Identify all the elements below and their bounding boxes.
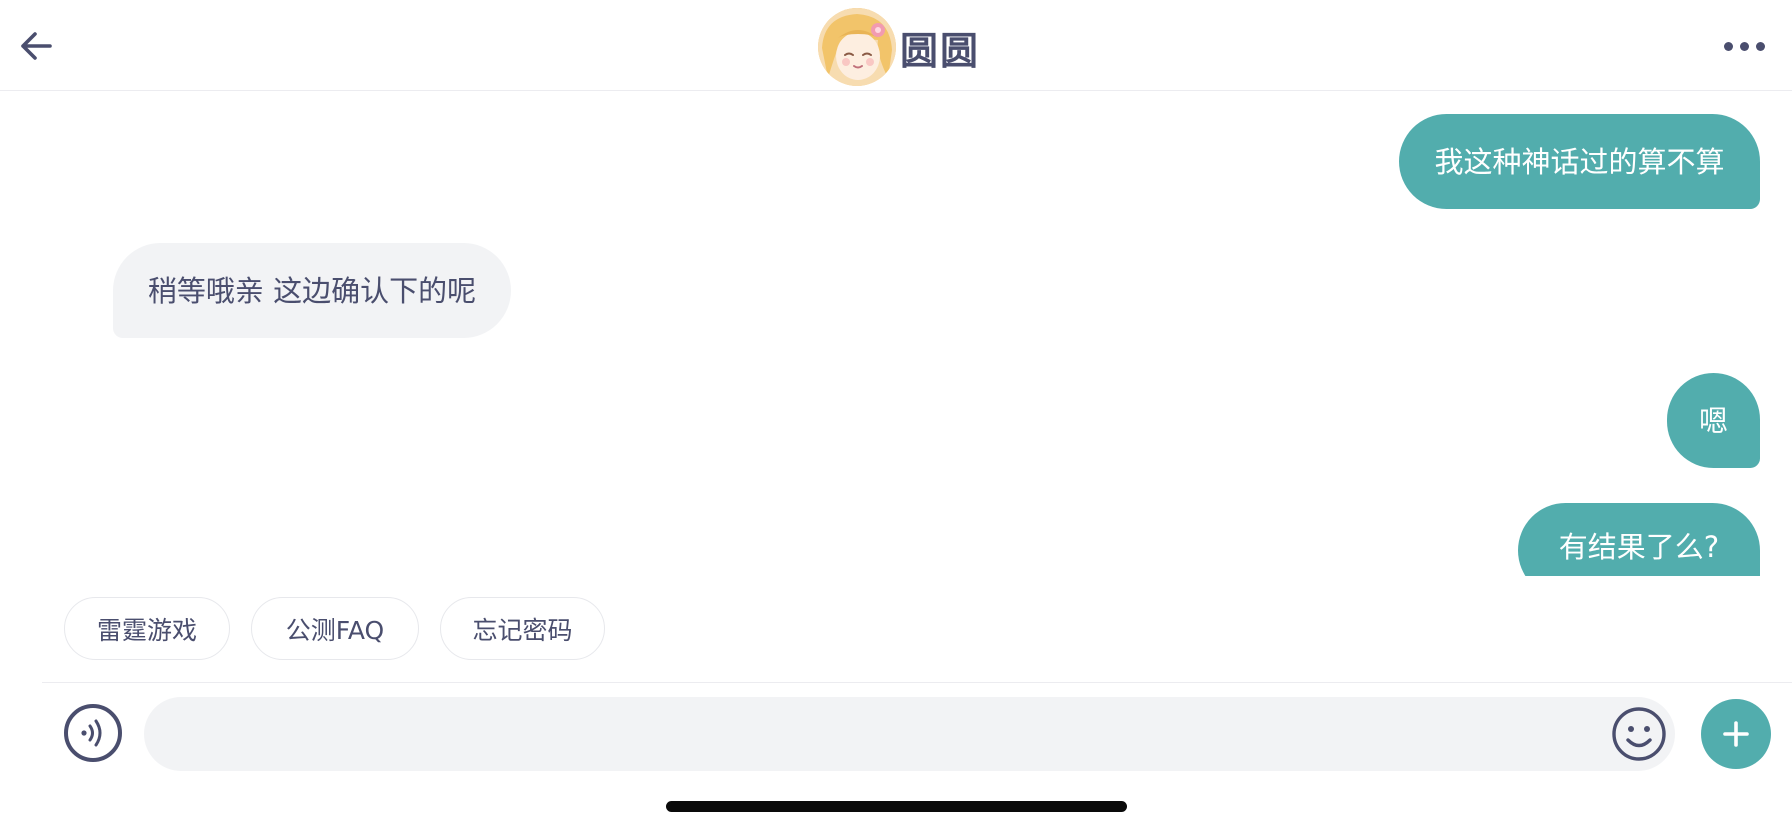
more-button[interactable]	[1716, 30, 1772, 62]
quick-reply-chip[interactable]: 忘记密码	[440, 597, 605, 660]
chip-label: 雷霆游戏	[96, 615, 197, 645]
message-input[interactable]	[144, 697, 1675, 771]
chat-screen: 圆圆 我这种神话过的算不算 稍等哦亲 这边确认下的呢 嗯 有结果了么? 雷霆游戏…	[0, 0, 1792, 828]
plus-button[interactable]	[1701, 699, 1771, 769]
emoji-button[interactable]	[1611, 706, 1667, 762]
chip-label: 忘记密码	[472, 615, 573, 645]
message-text: 嗯	[1698, 403, 1728, 438]
voice-button[interactable]	[64, 704, 122, 762]
more-dot	[1739, 41, 1749, 51]
back-button[interactable]	[14, 24, 58, 68]
more-horizontal-icon	[1723, 41, 1733, 51]
message-bubble-outgoing[interactable]: 有结果了么?	[1518, 503, 1760, 576]
chat-title: 圆圆	[900, 28, 981, 73]
message-bubble-incoming[interactable]: 稍等哦亲 这边确认下的呢	[113, 243, 511, 338]
avatar-illustration	[818, 8, 896, 86]
more-dot	[1755, 41, 1765, 51]
chat-title-group: 圆圆	[818, 7, 980, 87]
message-text: 有结果了么?	[1558, 530, 1720, 564]
plus-icon	[1723, 721, 1749, 747]
message-text: 稍等哦亲 这边确认下的呢	[147, 273, 477, 308]
quick-reply-chip[interactable]: 公测FAQ	[251, 597, 419, 660]
message-bubble-outgoing[interactable]: 我这种神话过的算不算	[1399, 114, 1760, 209]
smiley-icon	[1612, 707, 1666, 761]
avatar[interactable]	[818, 8, 896, 86]
message-list[interactable]: 我这种神话过的算不算 稍等哦亲 这边确认下的呢 嗯 有结果了么?	[0, 92, 1792, 576]
voice-icon	[81, 719, 102, 747]
message-bubble-outgoing[interactable]: 嗯	[1667, 373, 1760, 468]
home-indicator[interactable]	[666, 801, 1127, 812]
header-bar: 圆圆	[0, 0, 1792, 91]
quick-reply-chip[interactable]: 雷霆游戏	[64, 597, 230, 660]
chip-label: 公测FAQ	[285, 615, 385, 645]
divider	[42, 682, 1792, 683]
arrow-left-icon	[21, 32, 52, 60]
message-text: 我这种神话过的算不算	[1434, 144, 1725, 179]
